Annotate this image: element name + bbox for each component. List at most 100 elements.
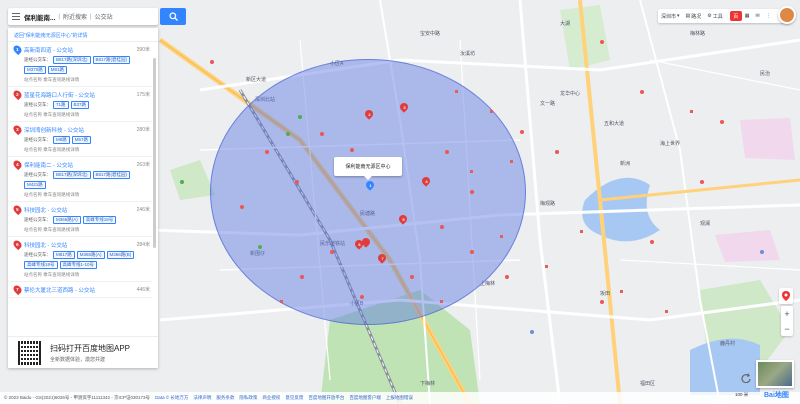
footer-link[interactable]: 百度地图客户端 <box>349 395 381 401</box>
map-poi-square[interactable] <box>665 310 668 313</box>
more-icon[interactable]: ⋮ <box>763 13 774 19</box>
bus-line-tag[interactable]: M8路 <box>53 136 70 144</box>
map-place-label[interactable]: 文一路 <box>540 100 555 107</box>
map-place-label[interactable]: 五和大道 <box>604 120 624 127</box>
map-place-label[interactable]: 汝溪坊 <box>460 50 475 57</box>
map-poi-dot[interactable] <box>360 295 364 299</box>
footer-link[interactable]: 服务条款 <box>216 395 234 401</box>
list-item[interactable]: 5 科技园北 - 公交站 246米 途经公交车： M366路(A) 高峰专线18号 … <box>8 202 152 237</box>
stop-name[interactable]: 深圳湾创新科技 - 公交站 <box>24 126 84 134</box>
bus-line-tag[interactable]: 71路 <box>53 101 69 109</box>
map-poi-dot[interactable] <box>210 60 214 64</box>
bus-line-tag[interactable]: M421路 <box>24 181 46 189</box>
locate-button[interactable] <box>779 288 793 304</box>
grid-icon[interactable]: ▦ <box>742 13 753 19</box>
bus-line-tag[interactable]: B817路(碧桂园) <box>92 171 131 179</box>
footer-link[interactable]: 商业授权 <box>262 395 280 401</box>
bus-stop-marker[interactable]: 3 <box>398 101 410 113</box>
satellite-view-toggle[interactable] <box>756 360 794 388</box>
bus-stop-marker[interactable]: 7 <box>376 252 388 264</box>
list-item[interactable]: 3 深圳湾创新科技 - 公交站 280米 途经公交车： M8路 M57路 站点名称 … <box>8 122 152 157</box>
bus-line-tag[interactable]: M370路 <box>24 66 46 74</box>
map-poi-dot[interactable] <box>555 150 559 154</box>
map-poi-dot[interactable] <box>760 250 764 254</box>
bus-stop-marker[interactable]: 1 <box>364 179 376 191</box>
map-place-label[interactable]: 观澜 <box>700 220 710 227</box>
bus-stop-marker[interactable]: 5 <box>397 213 409 225</box>
map-poi-dot[interactable] <box>530 330 534 334</box>
stop-footer[interactable]: 站点名称 乘车查询路线详情 <box>14 227 148 233</box>
map-poi-dot[interactable] <box>258 245 262 249</box>
tools-button[interactable]: ⚙ 工具 <box>704 13 726 20</box>
map-poi-square[interactable] <box>580 230 583 233</box>
map-place-label[interactable]: 民治 <box>760 70 770 77</box>
stop-name[interactable]: 蓝星花海路口人行街 - 公交站 <box>24 91 95 99</box>
stop-footer[interactable]: 站点名称 乘车查询路线详情 <box>14 272 148 278</box>
map-poi-square[interactable] <box>545 265 548 268</box>
bus-line-tag[interactable]: 高峰专线18号 <box>24 261 58 269</box>
stop-name[interactable]: 蔡伦大厦北三道西路 - 公交站 <box>24 286 95 294</box>
map-place-label[interactable]: 宝安中路 <box>420 30 440 37</box>
map-poi-dot[interactable] <box>180 180 184 184</box>
map-poi-dot[interactable] <box>320 132 324 136</box>
stop-footer[interactable]: 站点名称 乘车查询路线详情 <box>14 192 148 198</box>
map-poi-dot[interactable] <box>445 150 449 154</box>
map-poi-dot[interactable] <box>470 250 474 254</box>
map-poi-dot[interactable] <box>265 150 269 154</box>
bus-stop-marker[interactable] <box>360 236 372 248</box>
map-poi-dot[interactable] <box>240 205 244 209</box>
map-poi-dot[interactable] <box>298 115 302 119</box>
footer-link[interactable]: 上报地图错误 <box>386 395 413 401</box>
footer-link[interactable]: 法律声明 <box>193 395 211 401</box>
bus-line-tag[interactable]: B817路(碧桂园) <box>92 56 131 64</box>
search-button[interactable] <box>160 8 186 25</box>
map-place-label[interactable]: 新洲 <box>620 160 630 167</box>
mail-icon[interactable]: ✉ <box>753 13 763 19</box>
stop-footer[interactable]: 站点名称 乘车查询路线详情 <box>14 77 148 83</box>
bus-line-tag[interactable]: B37路 <box>70 101 90 109</box>
center-popup[interactable]: 保利能南无源区中心 <box>334 157 402 180</box>
bus-line-tag[interactable]: M366路(B) <box>106 251 135 259</box>
app-qr-banner[interactable]: 扫码打开百度地图APP 全新数据体验，激您共建 <box>8 336 158 368</box>
map-poi-dot[interactable] <box>600 300 604 304</box>
map-poi-dot[interactable] <box>700 180 704 184</box>
bus-line-tag[interactable]: M81路 <box>47 66 68 74</box>
traffic-layer-button[interactable]: ▤ 路况 <box>683 13 705 20</box>
footer-link[interactable]: 百度地图开放平台 <box>308 395 344 401</box>
map-poi-square[interactable] <box>490 110 493 113</box>
stop-footer[interactable]: 站点名称 乘车查询路线详情 <box>14 147 148 153</box>
map-poi-dot[interactable] <box>470 190 474 194</box>
bus-stop-marker[interactable]: 4 <box>420 175 432 187</box>
bus-line-tag[interactable]: B817路(深圳北) <box>53 171 91 179</box>
bus-line-tag[interactable]: M366路(A) <box>76 251 105 259</box>
map-poi-dot[interactable] <box>720 120 724 124</box>
map-poi-dot[interactable] <box>350 148 354 152</box>
menu-icon[interactable] <box>11 12 21 22</box>
list-item[interactable]: 1 高新南四道 - 公交站 390米 途经公交车： B817路(深圳北) B817路… <box>8 42 152 87</box>
list-item[interactable]: 7 蔡伦大厦北三道西路 - 公交站 446米 <box>8 282 152 298</box>
map-poi-dot[interactable] <box>505 275 509 279</box>
search-query[interactable]: 保利能南... <box>24 12 55 22</box>
map-poi-square[interactable] <box>510 160 513 163</box>
map-poi-square[interactable] <box>500 235 503 238</box>
footer-link[interactable]: 隐私政策 <box>239 395 257 401</box>
map-poi-square[interactable] <box>470 170 473 173</box>
stop-name[interactable]: 高新南四道 - 公交站 <box>24 46 73 54</box>
map-poi-dot[interactable] <box>440 225 444 229</box>
map-poi-square[interactable] <box>455 90 458 93</box>
map-poi-dot[interactable] <box>330 250 334 254</box>
bus-line-tag[interactable]: M57路 <box>71 136 92 144</box>
zoom-in-button[interactable]: + <box>784 309 789 319</box>
bus-line-tag[interactable]: M366路(A) <box>53 216 81 224</box>
map-poi-dot[interactable] <box>520 130 524 134</box>
bus-line-tag[interactable]: M817路 <box>53 251 75 259</box>
back-to-detail-link[interactable]: 返回"保利能南无源区中心"的详情 <box>8 28 158 42</box>
list-item[interactable]: 6 科技园北 - 公交站 284米 途经公交车： M817路 M366路(A) M36… <box>8 237 152 282</box>
bus-line-tag[interactable]: 高峰专线1-10号 <box>59 261 98 269</box>
panel-scrollbar[interactable] <box>153 58 156 248</box>
nearby-search-label[interactable]: 附近搜索 <box>63 12 87 21</box>
map-poi-dot[interactable] <box>600 40 604 44</box>
list-item[interactable]: 2 蓝星花海路口人行街 - 公交站 175米 途经公交车： 71路 B37路 站点名… <box>8 87 152 122</box>
zoom-out-button[interactable]: − <box>784 324 789 334</box>
stop-name[interactable]: 科技园北 - 公交站 <box>24 206 67 214</box>
